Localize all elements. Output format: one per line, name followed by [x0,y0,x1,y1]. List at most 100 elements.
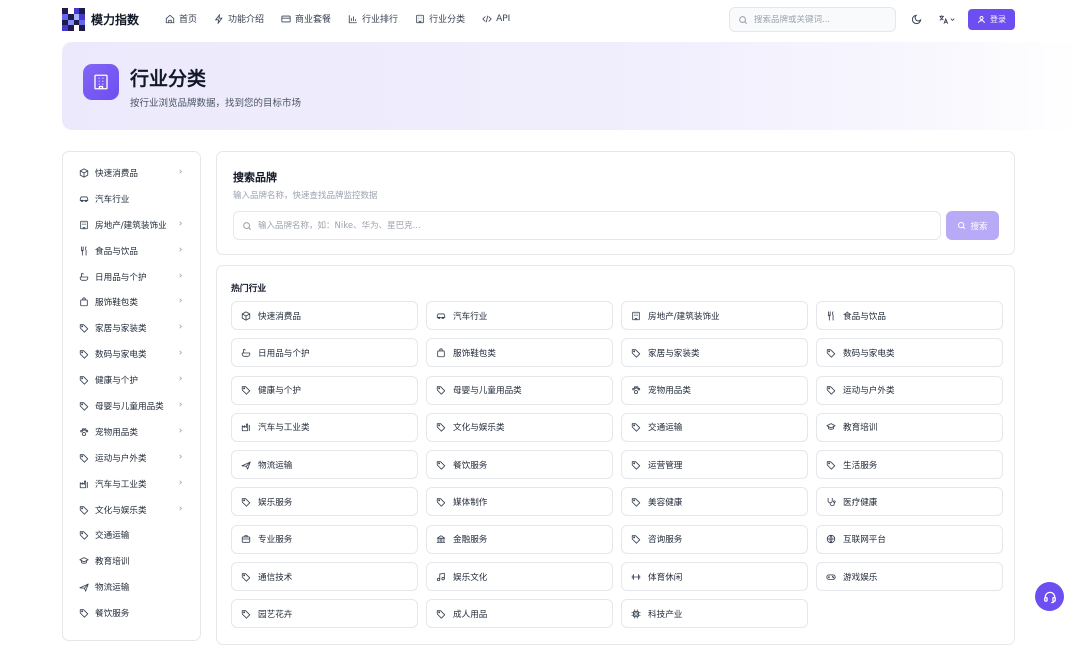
industry-chip[interactable]: 运营管理 [621,450,808,480]
industry-chip[interactable]: 美容健康 [621,487,808,517]
language-button[interactable] [936,13,958,25]
industry-chip[interactable]: 互联网平台 [816,524,1003,554]
industry-chip[interactable]: 医疗健康 [816,487,1003,517]
industry-chip[interactable]: 娱乐服务 [231,487,418,517]
industry-chip[interactable]: 科技产业 [621,599,808,629]
sidebar-item[interactable]: 食品与饮品 [63,238,200,264]
dumbbell-icon [631,572,641,582]
sidebar-item[interactable]: 房地产/建筑装饰业 [63,212,200,238]
industry-chip-label: 园艺花卉 [258,609,293,620]
industry-chip[interactable]: 文化与娱乐类 [426,412,613,442]
nav-home[interactable]: 首页 [165,12,197,25]
industry-chip[interactable]: 宠物用品类 [621,375,808,405]
chevron-right-icon [177,272,184,282]
sidebar-item[interactable]: 运动与户外类 [63,445,200,471]
sidebar-item[interactable]: 汽车行业 [63,186,200,212]
industry-chip[interactable]: 健康与个护 [231,375,418,405]
industry-chip[interactable]: 通信技术 [231,562,418,592]
industry-chip[interactable]: 咨询服务 [621,524,808,554]
industry-chip-label: 服饰鞋包类 [453,348,496,359]
sidebar-item[interactable]: 宠物用品类 [63,419,200,445]
page-title: 行业分类 [130,68,207,90]
industry-chip[interactable]: 园艺花卉 [231,599,418,629]
search-button[interactable]: 搜索 [946,211,999,240]
tag-icon [79,349,89,359]
industry-chip-label: 食品与饮品 [843,311,886,322]
sidebar-item[interactable]: 物流运输 [63,574,200,600]
moon-icon [911,14,921,24]
industry-chip[interactable]: 汽车与工业类 [231,412,418,442]
bank-icon [436,534,446,544]
industry-chip[interactable]: 汽车行业 [426,301,613,330]
sidebar-item[interactable]: 文化与娱乐类 [63,497,200,523]
banner-building-icon [83,64,119,100]
sidebar-item[interactable]: 汽车与工业类 [63,471,200,497]
industry-chip[interactable]: 生活服务 [816,450,1003,480]
brand-logo[interactable]: 模力指数 [62,8,139,31]
industry-chip[interactable]: 教育培训 [816,412,1003,442]
sidebar-item[interactable]: 健康与个护 [63,367,200,393]
industry-chip[interactable]: 数码与家电类 [816,338,1003,368]
tag-icon [241,385,251,395]
nav-features[interactable]: 功能介绍 [214,12,264,25]
sidebar-item[interactable]: 数码与家电类 [63,341,200,367]
sidebar-item[interactable]: 日用品与个护 [63,264,200,290]
industry-chip[interactable]: 母婴与儿童用品类 [426,375,613,405]
nav-api[interactable]: API [482,12,510,25]
industry-chip[interactable]: 专业服务 [231,524,418,554]
support-button[interactable] [1035,582,1064,611]
gamepad-icon [826,572,836,582]
industry-chip[interactable]: 服饰鞋包类 [426,338,613,368]
search-icon [243,221,252,230]
industry-chip[interactable]: 日用品与个护 [231,338,418,368]
login-button[interactable]: 登录 [968,9,1015,30]
sidebar-item[interactable]: 服饰鞋包类 [63,289,200,315]
nav-pricing[interactable]: 商业套餐 [281,12,331,25]
bar-chart-icon [348,14,357,23]
industry-chip-label: 咨询服务 [648,535,683,546]
bath-icon [79,272,89,282]
industry-chip[interactable]: 娱乐文化 [426,562,613,592]
main-nav: 首页 功能介绍 商业套餐 行业排行 行业分类 API [165,12,510,25]
industry-chip[interactable]: 游戏娱乐 [816,562,1003,592]
page-subtitle: 按行业浏览品牌数据，找到您的目标市场 [130,98,302,109]
tag-icon [79,323,89,333]
sidebar-item[interactable]: 交通运输 [63,522,200,548]
building-icon [416,14,424,23]
search-card-title: 搜索品牌 [233,171,277,184]
sidebar-item[interactable]: 餐饮服务 [63,600,200,626]
industry-chip-label: 数码与家电类 [843,348,895,359]
industry-chip[interactable]: 金融服务 [426,524,613,554]
sidebar-item[interactable]: 教育培训 [63,548,200,574]
top-search[interactable] [729,7,896,32]
chevron-right-icon [177,427,184,437]
industry-chip[interactable]: 家居与家装类 [621,338,808,368]
nav-industry[interactable]: 行业分类 [415,12,465,25]
factory-icon [241,422,251,432]
industry-chip-label: 成人用品 [453,609,488,620]
industry-chip[interactable]: 交通运输 [621,412,808,442]
brand-search-field[interactable] [233,211,941,240]
industry-chip[interactable]: 媒体制作 [426,487,613,517]
industry-chip[interactable]: 运动与户外类 [816,375,1003,405]
industry-chip[interactable]: 餐饮服务 [426,450,613,480]
search-icon [739,15,748,24]
translate-icon [939,14,949,24]
industry-chip-label: 宠物用品类 [648,386,691,397]
industry-chip[interactable]: 物流运输 [231,450,418,480]
industry-chip[interactable]: 快速消费品 [231,301,418,330]
industry-chip[interactable]: 房地产/建筑装饰业 [621,301,808,330]
chevron-right-icon [177,323,184,333]
industry-chip[interactable]: 食品与饮品 [816,301,1003,330]
theme-toggle-button[interactable] [910,13,922,25]
industry-chip[interactable]: 体育休闲 [621,562,808,592]
code-icon [482,15,492,22]
sidebar-item[interactable]: 快速消费品 [63,160,200,186]
nav-ranking[interactable]: 行业排行 [348,12,398,25]
industry-chip[interactable]: 成人用品 [426,599,613,629]
top-search-input[interactable] [754,14,884,25]
brand-search-input[interactable] [258,220,908,231]
sidebar-item-label: 运动与户外类 [95,453,147,464]
sidebar-item[interactable]: 母婴与儿童用品类 [63,393,200,419]
sidebar-item[interactable]: 家居与家装类 [63,315,200,341]
